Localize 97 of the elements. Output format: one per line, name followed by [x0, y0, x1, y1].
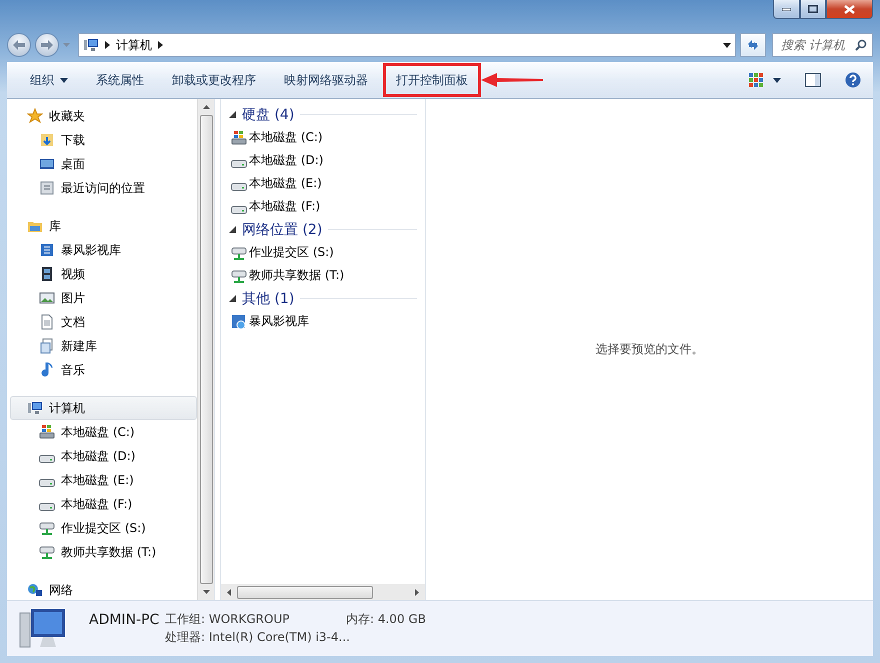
- nav-item[interactable]: 图片: [10, 286, 197, 310]
- help-icon[interactable]: [845, 72, 861, 88]
- drive-item[interactable]: 本地磁盘 (E:): [249, 175, 322, 192]
- library-icon: [39, 338, 55, 354]
- computer-name: ADMIN-PC: [89, 612, 160, 628]
- computer-icon: [27, 400, 43, 416]
- nav-item[interactable]: 新建库: [10, 334, 197, 358]
- view-grid-icon[interactable]: [749, 73, 763, 87]
- document-icon: [39, 314, 55, 330]
- system-drive-icon: [231, 130, 247, 146]
- expanded-triangle-icon[interactable]: [229, 111, 236, 118]
- nav-item[interactable]: 本地磁盘 (C:): [10, 420, 197, 444]
- minimize-button[interactable]: [773, 0, 800, 19]
- drive-icon: [39, 503, 55, 511]
- nav-item[interactable]: 视频: [10, 262, 197, 286]
- processor-text: 处理器: Intel(R) Core(TM) i3-4...: [165, 629, 351, 646]
- expanded-triangle-icon[interactable]: [229, 226, 236, 233]
- globe-icon: [27, 582, 43, 598]
- network-drive-icon: [231, 244, 247, 260]
- nav-item[interactable]: 音乐: [10, 358, 197, 382]
- chevron-right-icon[interactable]: [158, 41, 163, 49]
- close-icon: [844, 4, 855, 14]
- download-folder-icon: [39, 132, 55, 148]
- preview-message: 选择要预览的文件。: [596, 341, 704, 358]
- toolbar-button[interactable]: 卸载或更改程序: [159, 63, 269, 97]
- refresh-arrows-icon: [746, 38, 760, 52]
- media-library-icon: [231, 314, 247, 330]
- drive-icon: [231, 160, 247, 168]
- back-button[interactable]: [7, 33, 31, 57]
- nav-item[interactable]: 最近访问的位置: [10, 176, 197, 200]
- maximize-icon: [808, 5, 818, 13]
- nav-item[interactable]: 文档: [10, 310, 197, 334]
- drive-icon: [39, 479, 55, 487]
- group-header[interactable]: 硬盘 (4): [242, 106, 294, 124]
- memory-text: 内存: 4.00 GB: [346, 611, 427, 628]
- address-bar[interactable]: 计算机: [78, 33, 736, 57]
- search-icon: [855, 39, 867, 51]
- system-drive-icon: [39, 424, 55, 440]
- nav-item[interactable]: 教师共享数据 (T:): [10, 540, 197, 564]
- nav-item[interactable]: 作业提交区 (S:): [10, 516, 197, 540]
- nav-item[interactable]: 收藏夹: [10, 104, 197, 128]
- network-drive-icon: [39, 544, 55, 560]
- drive-icon: [231, 206, 247, 214]
- nav-item[interactable]: 下载: [10, 128, 197, 152]
- forward-button[interactable]: [35, 33, 59, 57]
- scrollbar-thumb[interactable]: [237, 586, 373, 598]
- nav-item[interactable]: 桌面: [10, 152, 197, 176]
- horizontal-scrollbar[interactable]: [221, 584, 425, 600]
- forward-arrow-icon: [41, 40, 53, 50]
- media-library-icon: [39, 242, 55, 258]
- toolbar-button[interactable]: 组织: [17, 63, 81, 97]
- desktop-icon: [39, 156, 55, 172]
- nav-item[interactable]: 本地磁盘 (E:): [10, 468, 197, 492]
- drive-icon: [231, 182, 247, 190]
- breadcrumb-item[interactable]: 计算机: [116, 36, 152, 54]
- star-icon: [27, 108, 43, 124]
- toolbar-button[interactable]: 打开控制面板: [383, 63, 481, 97]
- back-arrow-icon: [13, 40, 25, 50]
- preview-pane-icon[interactable]: [805, 73, 821, 87]
- nav-item[interactable]: 本地磁盘 (F:): [10, 492, 197, 516]
- expanded-triangle-icon[interactable]: [229, 295, 236, 302]
- maximize-button[interactable]: [800, 0, 826, 19]
- toolbar-button[interactable]: 系统属性: [83, 63, 157, 97]
- nav-item[interactable]: 本地磁盘 (D:): [10, 444, 197, 468]
- scrollbar-thumb[interactable]: [200, 115, 212, 584]
- group-header[interactable]: 其他 (1): [242, 290, 294, 308]
- caret-icon: [773, 78, 781, 82]
- picture-icon: [39, 290, 55, 306]
- nav-item[interactable]: 计算机: [10, 396, 197, 420]
- network-drive-icon: [39, 520, 55, 536]
- music-note-icon: [39, 362, 55, 378]
- toolbar-button[interactable]: 映射网络驱动器: [271, 63, 381, 97]
- nav-item[interactable]: 暴风影视库: [10, 238, 197, 262]
- drive-item[interactable]: 本地磁盘 (F:): [249, 198, 320, 215]
- nav-item[interactable]: 网络: [10, 578, 197, 600]
- drive-item[interactable]: 本地磁盘 (C:): [249, 129, 323, 146]
- recent-places-icon: [39, 180, 55, 196]
- film-icon: [39, 266, 55, 282]
- workgroup-text: 工作组: WORKGROUP: [165, 611, 290, 628]
- network-drive-icon: [231, 268, 247, 284]
- drive-item[interactable]: 教师共享数据 (T:): [249, 267, 344, 284]
- drive-item[interactable]: 暴风影视库: [249, 313, 309, 330]
- drive-item[interactable]: 作业提交区 (S:): [249, 244, 334, 261]
- nav-item[interactable]: 库: [10, 214, 197, 238]
- dropdown-caret-icon[interactable]: [723, 42, 731, 48]
- drive-item[interactable]: 本地磁盘 (D:): [249, 152, 324, 169]
- vertical-scrollbar[interactable]: [197, 99, 214, 600]
- close-button[interactable]: [826, 0, 873, 19]
- annotation-arrow: [481, 73, 543, 87]
- group-header[interactable]: 网络位置 (2): [242, 220, 322, 238]
- minimize-icon: [782, 8, 791, 10]
- chevron-right-icon[interactable]: [105, 41, 110, 49]
- refresh-button[interactable]: [740, 33, 766, 57]
- search-field[interactable]: 搜索 计算机: [772, 33, 873, 57]
- computer-monitor-icon: [19, 606, 67, 650]
- drive-icon: [39, 455, 55, 463]
- computer-icon: [83, 37, 99, 53]
